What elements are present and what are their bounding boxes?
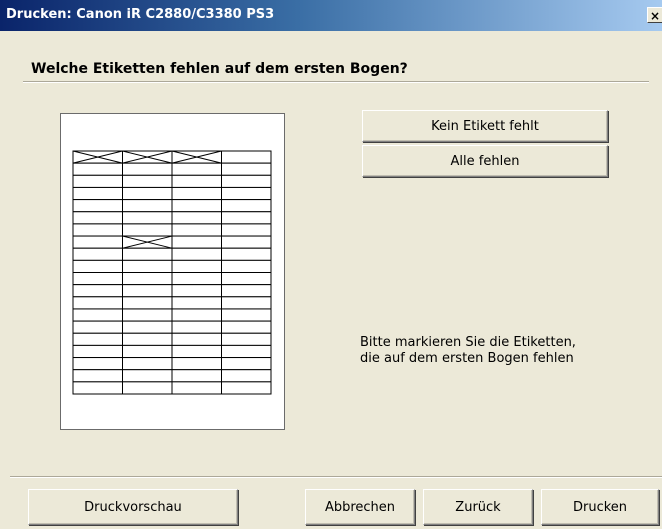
- label-cell[interactable]: [122, 211, 173, 225]
- close-button[interactable]: ×: [647, 7, 662, 23]
- label-cell[interactable]: [221, 296, 272, 310]
- label-cell[interactable]: [72, 259, 123, 274]
- label-cell[interactable]: [171, 223, 222, 237]
- label-cell-missing[interactable]: [171, 150, 222, 164]
- label-cell[interactable]: [122, 259, 173, 274]
- label-cell[interactable]: [221, 381, 272, 395]
- divider: [23, 81, 649, 83]
- cancel-button[interactable]: Abbrechen: [305, 489, 415, 525]
- label-cell[interactable]: [122, 344, 173, 359]
- label-cell[interactable]: [171, 284, 222, 298]
- label-cell[interactable]: [221, 344, 272, 359]
- label-cell[interactable]: [72, 174, 123, 188]
- label-cell[interactable]: [221, 284, 272, 298]
- label-cell[interactable]: [122, 332, 173, 346]
- page-title: Welche Etiketten fehlen auf dem ersten B…: [31, 61, 408, 77]
- label-cell[interactable]: [171, 381, 222, 395]
- label-cell[interactable]: [122, 320, 173, 334]
- label-cell[interactable]: [221, 223, 272, 237]
- label-cell[interactable]: [72, 308, 123, 322]
- label-cell[interactable]: [171, 357, 222, 371]
- label-cell[interactable]: [122, 162, 173, 176]
- label-cell[interactable]: [171, 259, 222, 274]
- label-grid: [72, 150, 272, 395]
- label-cell[interactable]: [221, 357, 272, 371]
- label-cell[interactable]: [122, 284, 173, 298]
- label-cell-missing[interactable]: [122, 235, 173, 249]
- label-cell[interactable]: [221, 235, 272, 249]
- label-cell[interactable]: [122, 296, 173, 310]
- label-cell[interactable]: [221, 332, 272, 346]
- label-cell[interactable]: [122, 174, 173, 188]
- label-cell[interactable]: [171, 199, 222, 213]
- label-cell[interactable]: [221, 174, 272, 188]
- label-cell[interactable]: [122, 308, 173, 322]
- title-bar: Drucken: Canon iR C2880/C3380 PS3 ×: [0, 0, 662, 31]
- label-cell[interactable]: [171, 344, 222, 359]
- label-cell[interactable]: [122, 369, 173, 383]
- print-preview-button[interactable]: Druckvorschau: [28, 489, 238, 525]
- label-cell[interactable]: [72, 247, 123, 261]
- label-cell[interactable]: [171, 272, 222, 286]
- label-cell[interactable]: [122, 381, 173, 395]
- close-icon: ×: [649, 9, 661, 23]
- label-cell[interactable]: [72, 296, 123, 310]
- label-cell[interactable]: [221, 369, 272, 383]
- back-button[interactable]: Zurück: [423, 489, 533, 525]
- label-cell[interactable]: [72, 381, 123, 395]
- label-cell[interactable]: [221, 150, 272, 164]
- window-title: Drucken: Canon iR C2880/C3380 PS3: [6, 7, 275, 22]
- label-cell[interactable]: [72, 284, 123, 298]
- print-button[interactable]: Drucken: [541, 489, 659, 525]
- label-cell[interactable]: [171, 174, 222, 188]
- label-cell[interactable]: [72, 344, 123, 359]
- label-cell[interactable]: [72, 211, 123, 225]
- label-cell[interactable]: [72, 199, 123, 213]
- label-cell[interactable]: [72, 332, 123, 346]
- label-cell[interactable]: [221, 162, 272, 176]
- label-cell[interactable]: [72, 186, 123, 201]
- label-cell-missing[interactable]: [72, 150, 123, 164]
- label-cell[interactable]: [171, 308, 222, 322]
- label-cell[interactable]: [122, 357, 173, 371]
- instruction-text: Bitte markieren Sie die Etiketten, die a…: [360, 335, 576, 367]
- label-cell[interactable]: [171, 320, 222, 334]
- label-cell[interactable]: [221, 259, 272, 274]
- label-cell[interactable]: [221, 211, 272, 225]
- label-cell[interactable]: [72, 320, 123, 334]
- label-cell[interactable]: [122, 186, 173, 201]
- label-cell[interactable]: [72, 162, 123, 176]
- none-missing-button[interactable]: Kein Etikett fehlt: [362, 110, 608, 142]
- label-cell[interactable]: [72, 223, 123, 237]
- label-sheet-preview: [60, 113, 285, 430]
- label-cell[interactable]: [221, 199, 272, 213]
- label-cell[interactable]: [171, 369, 222, 383]
- label-cell[interactable]: [171, 235, 222, 249]
- label-cell[interactable]: [221, 320, 272, 334]
- label-cell[interactable]: [171, 162, 222, 176]
- all-missing-button[interactable]: Alle fehlen: [362, 145, 608, 177]
- label-cell[interactable]: [122, 223, 173, 237]
- label-cell[interactable]: [171, 186, 222, 201]
- label-cell[interactable]: [221, 272, 272, 286]
- label-cell[interactable]: [171, 332, 222, 346]
- label-cell[interactable]: [72, 272, 123, 286]
- label-cell[interactable]: [171, 211, 222, 225]
- label-cell[interactable]: [122, 247, 173, 261]
- label-cell-missing[interactable]: [122, 150, 173, 164]
- instruction-line: Bitte markieren Sie die Etiketten,: [360, 335, 576, 350]
- label-cell[interactable]: [221, 308, 272, 322]
- label-cell[interactable]: [221, 247, 272, 261]
- label-cell[interactable]: [171, 247, 222, 261]
- label-cell[interactable]: [122, 272, 173, 286]
- label-cell[interactable]: [122, 199, 173, 213]
- label-cell[interactable]: [171, 296, 222, 310]
- label-cell[interactable]: [72, 357, 123, 371]
- label-cell[interactable]: [72, 369, 123, 383]
- label-cell[interactable]: [221, 186, 272, 201]
- instruction-line: die auf dem ersten Bogen fehlen: [360, 351, 574, 366]
- divider: [10, 476, 662, 478]
- label-cell[interactable]: [72, 235, 123, 249]
